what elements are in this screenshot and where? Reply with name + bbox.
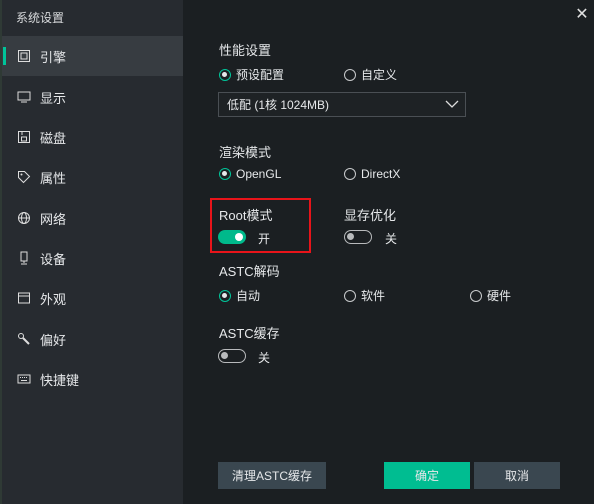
- chevron-down-icon: [445, 97, 459, 114]
- wrench-icon: [16, 331, 32, 347]
- globe-icon: [16, 210, 32, 226]
- keyboard-icon: [16, 371, 32, 387]
- sidebar-item-label: 属性: [40, 170, 67, 186]
- window-icon: [16, 290, 32, 306]
- sidebar-item-label: 设备: [40, 251, 67, 267]
- cancel-button[interactable]: 取消: [474, 462, 560, 489]
- radio-opengl[interactable]: OpenGL: [219, 167, 281, 181]
- sidebar-item-display[interactable]: 显示: [2, 77, 183, 117]
- radio-software[interactable]: 软件: [344, 287, 385, 304]
- sidebar-item-label: 外观: [40, 291, 67, 307]
- astc-decode-heading: ASTC解码: [219, 264, 280, 279]
- sidebar-item-label: 快捷键: [40, 372, 80, 388]
- sidebar-item-shortcuts[interactable]: 快捷键: [2, 359, 183, 399]
- vram-state: 关: [385, 232, 398, 246]
- root-toggle[interactable]: [218, 230, 246, 244]
- close-icon[interactable]: ✕: [574, 7, 590, 23]
- sidebar-item-disk[interactable]: 磁盘: [2, 117, 183, 157]
- disk-icon: [16, 129, 32, 145]
- sidebar-item-network[interactable]: 网络: [2, 198, 183, 238]
- window-title: 系统设置: [16, 11, 65, 25]
- preset-select[interactable]: 低配 (1核 1024MB): [218, 92, 466, 117]
- sidebar-item-properties[interactable]: 属性: [2, 157, 183, 197]
- root-state: 开: [258, 232, 271, 246]
- clear-astc-cache-button[interactable]: 清理ASTC缓存: [218, 462, 326, 489]
- device-icon: [16, 250, 32, 266]
- sidebar-item-preferences[interactable]: 偏好: [2, 319, 183, 359]
- render-heading: 渲染模式: [219, 145, 272, 160]
- sidebar-item-label: 引擎: [40, 49, 67, 65]
- sidebar-item-device[interactable]: 设备: [2, 238, 183, 278]
- radio-directx[interactable]: DirectX: [344, 167, 400, 181]
- vram-toggle[interactable]: [344, 230, 372, 244]
- sidebar-item-label: 偏好: [40, 332, 67, 348]
- radio-preset[interactable]: 预设配置: [219, 66, 284, 83]
- monitor-icon: [16, 89, 32, 105]
- performance-heading: 性能设置: [219, 43, 272, 58]
- astc-cache-heading: ASTC缓存: [219, 326, 280, 341]
- sidebar-item-engine[interactable]: 引擎: [2, 36, 183, 76]
- sidebar-item-label: 显示: [40, 90, 67, 106]
- astc-cache-state: 关: [258, 351, 271, 365]
- tag-icon: [16, 169, 32, 185]
- root-heading: Root模式: [219, 208, 273, 223]
- radio-auto[interactable]: 自动: [219, 287, 260, 304]
- preset-select-value: 低配 (1核 1024MB): [227, 98, 330, 112]
- radio-hardware[interactable]: 硬件: [470, 287, 511, 304]
- sidebar-item-appearance[interactable]: 外观: [2, 278, 183, 318]
- radio-custom[interactable]: 自定义: [344, 66, 397, 83]
- astc-cache-toggle[interactable]: [218, 349, 246, 363]
- sidebar-item-label: 磁盘: [40, 130, 67, 146]
- vram-heading: 显存优化: [344, 208, 397, 223]
- cpu-icon: [16, 48, 32, 64]
- ok-button[interactable]: 确定: [384, 462, 470, 489]
- sidebar-item-label: 网络: [40, 211, 67, 227]
- sidebar: 系统设置 引擎 显示 磁盘 属性 网络 设备 外观 偏好 快捷键: [0, 0, 183, 504]
